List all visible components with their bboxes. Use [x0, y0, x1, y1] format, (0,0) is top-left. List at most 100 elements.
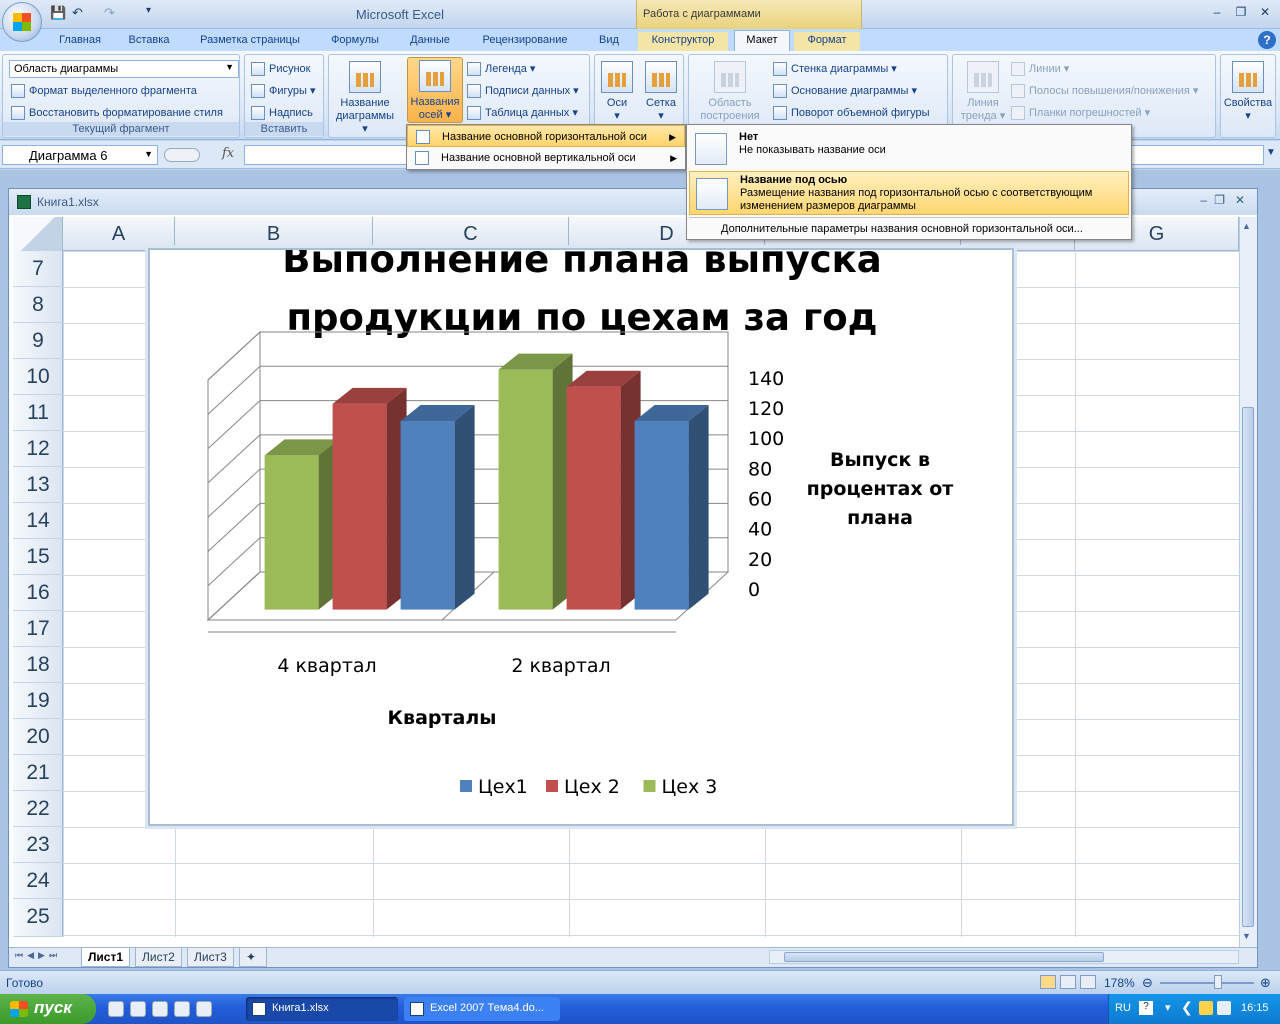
zoom-in-icon[interactable]: ⊕ [1260, 975, 1271, 991]
expand-formula-icon[interactable]: ▼ [1266, 147, 1276, 158]
taskbar-item-excel[interactable]: Книга1.xlsx [246, 997, 398, 1021]
menu-item-horizontal-axis-title[interactable]: Название основной горизонтальной оси ▶ [407, 125, 685, 147]
row-header[interactable]: 16 [13, 575, 63, 611]
help-icon[interactable]: ? [1258, 31, 1276, 49]
zoom-slider-thumb[interactable] [1214, 975, 1222, 989]
help-tray-icon[interactable]: ? [1139, 1001, 1153, 1015]
name-box[interactable]: Диаграмма 6 ▼ [2, 145, 158, 165]
restore-icon[interactable]: ❐ [1214, 193, 1225, 207]
tray-icon[interactable] [1199, 1001, 1213, 1015]
reset-style-button[interactable]: Восстановить форматирование стиля [11, 103, 223, 123]
tab-data[interactable]: Данные [398, 32, 462, 51]
tab-review[interactable]: Рецензирование [472, 32, 578, 51]
data-labels-button[interactable]: Подписи данных ▾ [467, 81, 579, 101]
menu-item-title-below-axis[interactable]: Название под осью Размещение названия под… [689, 171, 1129, 215]
row-header[interactable]: 22 [13, 791, 63, 827]
3d-rotation-button[interactable]: Поворот объемной фигуры [773, 103, 930, 123]
row-header[interactable]: 18 [13, 647, 63, 683]
row-header[interactable]: 20 [13, 719, 63, 755]
row-header[interactable]: 10 [13, 359, 63, 395]
chart-elements-combo[interactable]: Область диаграммы ▼ [9, 60, 239, 78]
row-header[interactable]: 23 [13, 827, 63, 863]
zoom-slider[interactable] [1160, 982, 1254, 984]
tab-view[interactable]: Вид [590, 32, 628, 51]
excel-icon[interactable] [152, 1001, 168, 1017]
chart-object[interactable]: Выполнение плана выпуска продукции по цех… [148, 248, 1014, 826]
gridlines-button[interactable]: Сетка ▾ [639, 59, 683, 123]
row-header[interactable]: 25 [13, 899, 63, 937]
start-button[interactable]: пуск [0, 994, 96, 1024]
picture-button[interactable]: Рисунок [251, 59, 311, 79]
insert-function-icon[interactable]: fx [222, 146, 234, 161]
error-bars-button[interactable]: Планки погрешностей ▾ [1011, 103, 1150, 123]
updown-bars-button[interactable]: Полосы повышения/понижения ▾ [1011, 81, 1198, 101]
row-header[interactable]: 21 [13, 755, 63, 791]
lines-button[interactable]: Линии ▾ [1011, 59, 1069, 79]
axis-titles-button[interactable]: Названия осей ▾ [407, 57, 463, 123]
page-break-view-icon[interactable] [1080, 975, 1096, 989]
horizontal-scroll-thumb[interactable] [784, 952, 1104, 962]
sheet-tab[interactable]: Лист1 [81, 948, 131, 967]
menu-item-none[interactable]: Нет Не показывать название оси [689, 127, 1129, 169]
column-header[interactable]: A [63, 217, 175, 251]
office-button[interactable] [2, 2, 42, 42]
axes-button[interactable]: Оси ▾ [595, 59, 639, 123]
row-header[interactable]: 12 [13, 431, 63, 467]
row-header[interactable]: 9 [13, 323, 63, 359]
column-header[interactable]: B [175, 217, 373, 251]
textbox-button[interactable]: Надпись [251, 103, 313, 123]
tab-page-layout[interactable]: Разметка страницы [190, 32, 310, 51]
minimize-icon[interactable]: – [1206, 5, 1228, 23]
minimize-icon[interactable]: – [1200, 193, 1207, 207]
powerpoint-icon[interactable] [174, 1001, 190, 1017]
tab-format[interactable]: Формат [794, 32, 860, 51]
tray-icon[interactable] [1217, 1001, 1231, 1015]
ie-icon[interactable] [108, 1001, 124, 1017]
chart-title-button[interactable]: Название диаграммы ▾ [335, 59, 395, 136]
row-header[interactable]: 13 [13, 467, 63, 503]
row-header[interactable]: 11 [13, 395, 63, 431]
tab-layout[interactable]: Макет [734, 30, 790, 51]
scroll-up-icon[interactable]: ▲ [1242, 221, 1251, 231]
row-header[interactable]: 19 [13, 683, 63, 719]
legend-button[interactable]: Легенда ▾ [467, 59, 535, 79]
close-icon[interactable]: ✕ [1254, 5, 1276, 23]
chart-wall-button[interactable]: Стенка диаграммы ▾ [773, 59, 897, 79]
word-icon[interactable] [130, 1001, 146, 1017]
row-header[interactable]: 8 [13, 287, 63, 323]
row-header[interactable]: 14 [13, 503, 63, 539]
trendline-button[interactable]: Линия тренда ▾ [957, 59, 1009, 123]
restore-icon[interactable]: ❐ [1230, 5, 1252, 23]
network-icon[interactable]: ▾ [1165, 1001, 1171, 1014]
normal-view-icon[interactable] [1040, 975, 1056, 989]
zoom-out-icon[interactable]: ⊖ [1142, 975, 1153, 991]
insert-sheet-icon[interactable]: ✦ [239, 948, 267, 967]
select-all-button[interactable] [13, 217, 63, 251]
taskbar-item-word[interactable]: Excel 2007 Тема4.do... [404, 997, 560, 1021]
sheet-tab[interactable]: Лист3 [187, 948, 234, 967]
row-header[interactable]: 15 [13, 539, 63, 575]
row-header[interactable]: 17 [13, 611, 63, 647]
sheet-tab[interactable]: Лист2 [135, 948, 182, 967]
tab-design[interactable]: Конструктор [638, 32, 728, 51]
chart-floor-button[interactable]: Основание диаграммы ▾ [773, 81, 917, 101]
acrobat-icon[interactable] [196, 1001, 212, 1017]
language-indicator[interactable]: RU [1115, 1002, 1131, 1014]
row-header[interactable]: 24 [13, 863, 63, 899]
vertical-scrollbar[interactable]: ▲ ▼ [1239, 217, 1257, 947]
format-selection-button[interactable]: Формат выделенного фрагмента [11, 81, 197, 101]
close-icon[interactable]: ✕ [1235, 193, 1245, 207]
tab-home[interactable]: Главная [50, 32, 110, 51]
back-arrow-icon[interactable]: ❮ [1181, 999, 1193, 1016]
formula-bar-splitter[interactable] [164, 148, 200, 162]
properties-button[interactable]: Свойства ▾ [1221, 59, 1275, 123]
page-layout-view-icon[interactable] [1060, 975, 1076, 989]
vertical-scroll-thumb[interactable] [1242, 407, 1254, 927]
shapes-button[interactable]: Фигуры ▾ [251, 81, 316, 101]
column-header[interactable]: C [373, 217, 569, 251]
scroll-down-icon[interactable]: ▼ [1242, 931, 1251, 941]
sheet-nav-icon[interactable]: ⏮◀▶⏭ [15, 950, 61, 961]
row-header[interactable]: 7 [13, 251, 63, 287]
tab-insert[interactable]: Вставка [118, 32, 180, 51]
menu-item-more-options[interactable]: Дополнительные параметры названия основн… [689, 219, 1129, 239]
